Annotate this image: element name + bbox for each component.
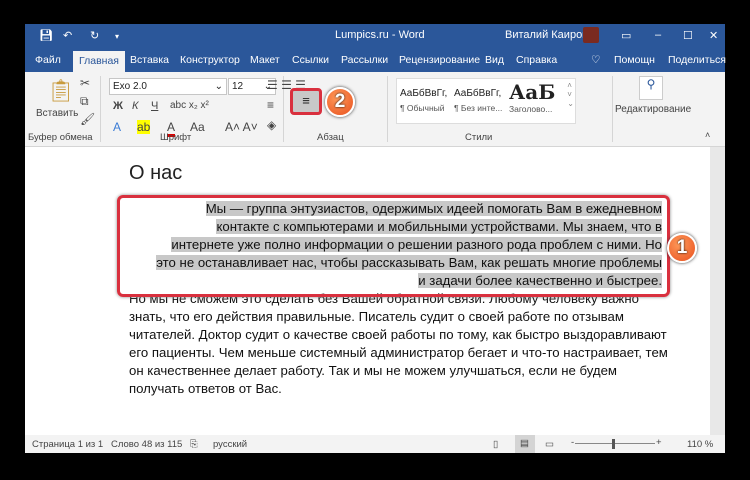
- styles-group-label: Стили: [465, 132, 493, 143]
- style-heading[interactable]: АаБ Заголово...: [509, 80, 555, 114]
- read-mode-icon[interactable]: ▯: [493, 439, 498, 450]
- title-bar: 💾︎ ↶ ↻ ▾ Lumpics.ru - Word Виталий Каиро…: [25, 24, 725, 48]
- redo-icon[interactable]: ↻: [90, 29, 99, 42]
- editing-button[interactable]: Редактирование: [615, 104, 691, 115]
- close-icon[interactable]: ✕: [709, 29, 718, 42]
- zoom-level[interactable]: 110 %: [687, 439, 713, 450]
- page-count[interactable]: Страница 1 из 1: [32, 439, 103, 450]
- bold-button[interactable]: Ж: [113, 100, 123, 112]
- format-painter-icon[interactable]: 🖌︎: [80, 112, 95, 126]
- zoom-slider[interactable]: [575, 443, 655, 444]
- tab-mailings[interactable]: Рассылки: [341, 54, 388, 66]
- tab-references[interactable]: Ссылки: [292, 54, 329, 66]
- tab-home[interactable]: Главная: [73, 51, 125, 72]
- save-icon[interactable]: 💾︎: [39, 29, 53, 42]
- cut-icon[interactable]: ✂: [80, 76, 90, 90]
- step-badge-1: 1: [667, 233, 697, 263]
- share-button[interactable]: Поделиться: [668, 54, 726, 66]
- ribbon-tabs: Файл Главная Вставка Конструктор Макет С…: [25, 48, 726, 72]
- customize-icon[interactable]: ▾: [115, 32, 119, 41]
- document-heading: О нас: [129, 162, 183, 184]
- web-layout-icon[interactable]: ▭: [545, 439, 554, 450]
- user-name[interactable]: Виталий Каиров: [505, 29, 588, 41]
- copy-icon[interactable]: ⧉: [80, 94, 89, 109]
- paste-icon[interactable]: 📋︎: [47, 78, 75, 104]
- collapse-ribbon-icon[interactable]: ˄: [705, 130, 710, 140]
- print-layout-icon[interactable]: ▤: [515, 435, 535, 453]
- font-size-value: 12: [232, 81, 244, 92]
- paragraph-2: Но мы не сможем это сделать без Вашей об…: [129, 291, 668, 396]
- style-normal[interactable]: АаБбВвГг, ¶ Обычный: [400, 88, 447, 113]
- ribbon-display-icon[interactable]: ▭: [621, 29, 631, 42]
- style-no-spacing[interactable]: АаБбВвГг, ¶ Без инте...: [454, 88, 502, 113]
- proofing-icon[interactable]: ⎘: [190, 439, 198, 450]
- search-icon[interactable]: ⚲: [639, 76, 663, 100]
- document-page[interactable]: О нас Мы — группа энтузиастов, одержимых…: [25, 147, 710, 435]
- italic-button[interactable]: К: [132, 100, 138, 112]
- zoom-in-icon[interactable]: +: [656, 437, 662, 448]
- tab-layout[interactable]: Макет: [250, 54, 280, 66]
- change-case-icon[interactable]: Aa: [190, 120, 205, 134]
- strikethrough-icon[interactable]: abc x₂ x²: [170, 100, 209, 111]
- paragraph-group-label: Абзац: [317, 132, 344, 143]
- tab-help[interactable]: Справка: [516, 54, 557, 66]
- tell-me-button[interactable]: Помощн: [614, 54, 655, 66]
- font-name-select[interactable]: Exo 2.0 ⌄: [109, 78, 227, 95]
- avatar[interactable]: [583, 27, 599, 43]
- window-title: Lumpics.ru - Word: [335, 29, 425, 41]
- minimize-icon[interactable]: –: [655, 29, 661, 41]
- text-effects-icon[interactable]: A: [113, 120, 121, 134]
- paste-button[interactable]: Вставить: [36, 108, 78, 119]
- status-bar: Страница 1 из 1 Слово 48 из 115 ⎘ русски…: [25, 435, 725, 453]
- word-count[interactable]: Слово 48 из 115: [111, 439, 182, 450]
- highlight-icon[interactable]: ab: [137, 120, 151, 134]
- styles-gallery: АаБбВвГг, ¶ Обычный АаБбВвГг, ¶ Без инте..…: [396, 78, 576, 124]
- underline-button[interactable]: Ч: [151, 100, 158, 112]
- undo-icon[interactable]: ↶: [63, 29, 72, 42]
- styles-scroll-icon[interactable]: ˄ ˅ ⌄: [567, 81, 574, 108]
- tab-insert[interactable]: Вставка: [130, 54, 169, 66]
- maximize-icon[interactable]: ☐: [683, 29, 693, 42]
- align-right-button[interactable]: ≡: [290, 88, 322, 115]
- zoom-slider-thumb[interactable]: [612, 439, 615, 449]
- language[interactable]: русский: [213, 439, 247, 450]
- grow-font-icon[interactable]: A˄ A˅: [225, 120, 258, 134]
- word-window: 💾︎ ↶ ↻ ▾ Lumpics.ru - Word Виталий Каиро…: [25, 24, 726, 453]
- clipboard-group-label: Буфер обмена: [28, 132, 93, 143]
- align-right-icon: ≡: [302, 93, 310, 108]
- align-left-icon[interactable]: ≡: [267, 98, 274, 112]
- font-name-value: Exo 2.0: [113, 81, 147, 92]
- tab-review[interactable]: Рецензирование: [399, 54, 480, 66]
- zoom-out-icon[interactable]: -: [571, 437, 574, 448]
- step-badge-2: 2: [325, 87, 355, 117]
- chevron-down-icon: ⌄: [214, 81, 223, 92]
- tab-view[interactable]: Вид: [485, 54, 504, 66]
- font-group-label: Шрифт: [160, 132, 192, 143]
- tab-file[interactable]: Файл: [35, 54, 61, 66]
- lightbulb-icon: ♡: [591, 54, 601, 66]
- ribbon: 📋︎ Вставить ✂ ⧉ 🖌︎ Буфер обмена Exo 2.0 ⌄…: [25, 72, 725, 147]
- tab-design[interactable]: Конструктор: [180, 54, 240, 66]
- shading-icon[interactable]: ◈: [267, 118, 276, 132]
- vertical-scrollbar[interactable]: [710, 147, 725, 435]
- selection-highlight-frame: [117, 195, 670, 297]
